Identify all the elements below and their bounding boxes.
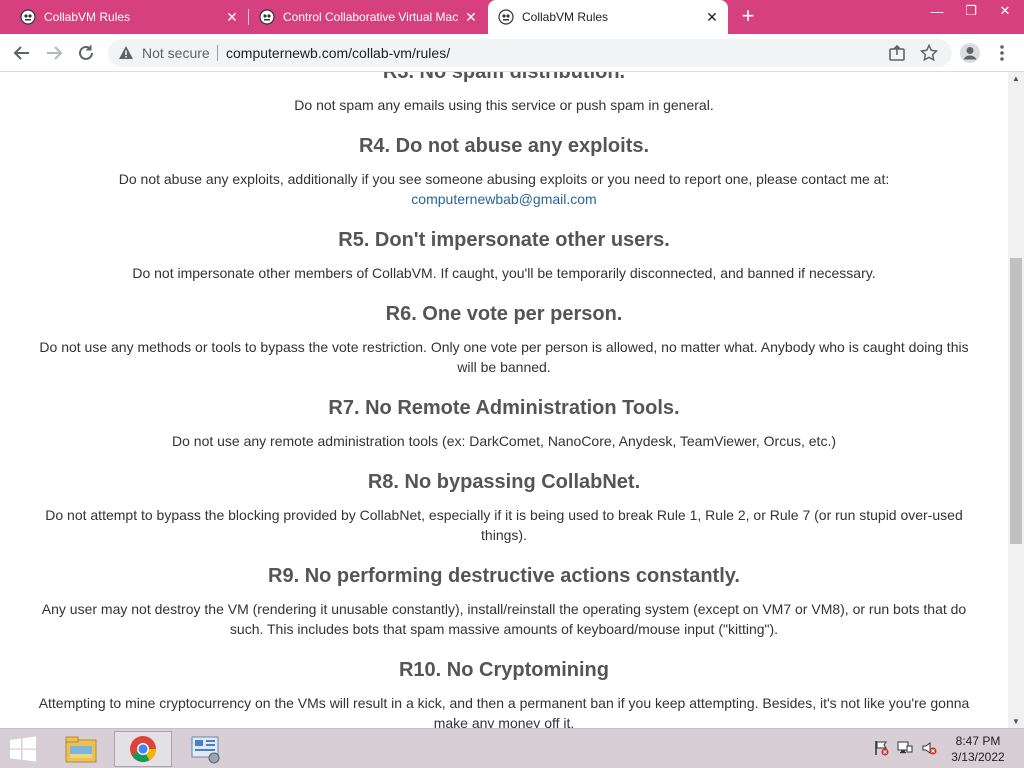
collabvm-favicon-icon [20, 9, 36, 25]
collabvm-favicon-icon [498, 9, 514, 25]
page-content: R3. No spam distribution. Do not spam an… [0, 72, 1008, 728]
back-button[interactable] [10, 41, 34, 65]
start-button[interactable] [8, 736, 40, 764]
clock-date: 3/13/2022 [951, 750, 1005, 764]
tab-collabvm-rules-active[interactable]: CollabVM Rules ✕ [488, 0, 728, 34]
action-center-flag-icon[interactable] [872, 739, 890, 757]
rule-text: Do not attempt to bypass the blocking pr… [45, 507, 963, 543]
chrome-icon [130, 736, 157, 762]
tab-strip: CollabVM Rules ✕ Control Collaborative V… [0, 0, 1024, 34]
rule-r4: R4. Do not abuse any exploits. Do not ab… [0, 134, 1008, 209]
rule-text: Do not spam any emails using this servic… [294, 97, 714, 113]
clock-time: 8:47 PM [955, 734, 1001, 748]
menu-kebab-icon[interactable] [990, 41, 1014, 65]
collabvm-favicon-icon [259, 9, 275, 25]
scroll-down-arrow-icon[interactable]: ▼ [1012, 717, 1020, 726]
security-label: Not secure [142, 45, 210, 61]
rule-r10: R10. No Cryptomining Attempting to mine … [0, 658, 1008, 728]
page-scrollbar[interactable]: ▲ ▼ [1008, 72, 1024, 728]
share-icon[interactable] [888, 44, 906, 67]
tab-collabvm-rules-1[interactable]: CollabVM Rules ✕ [0, 0, 248, 34]
scroll-thumb[interactable] [1010, 258, 1022, 544]
rule-heading: R8. No bypassing CollabNet. [367, 471, 641, 493]
rule-text: Do not impersonate other members of Coll… [132, 265, 876, 281]
rule-heading: R10. No Cryptomining [398, 659, 609, 681]
rule-text: Attempting to mine cryptocurrency on the… [38, 695, 970, 728]
new-tab-button[interactable]: + [737, 5, 759, 28]
taskbar-file-explorer[interactable] [52, 731, 110, 767]
tab-title: CollabVM Rules [44, 10, 131, 24]
divider [217, 45, 218, 61]
folder-icon [65, 736, 97, 763]
reload-button[interactable] [74, 41, 98, 65]
rule-heading: R3. No spam distribution. [382, 72, 626, 83]
close-window-button[interactable]: ✕ [988, 0, 1022, 22]
control-panel-icon [191, 736, 220, 764]
rule-heading: R5. Don't impersonate other users. [338, 229, 670, 251]
rule-r9: R9. No performing destructive actions co… [0, 564, 1008, 639]
browser-toolbar: Not secure computernewb.com/collab-vm/ru… [0, 34, 1024, 72]
close-tab-icon[interactable]: ✕ [224, 9, 240, 25]
rule-text: Do not use any methods or tools to bypas… [39, 339, 969, 375]
rule-r7: R7. No Remote Administration Tools. Do n… [0, 396, 1008, 451]
rule-text: Do not abuse any exploits, additionally … [118, 171, 890, 187]
rule-r3: R3. No spam distribution. Do not spam an… [0, 72, 1008, 115]
rule-r5: R5. Don't impersonate other users. Do no… [0, 228, 1008, 283]
rule-r6: R6. One vote per person. Do not use any … [0, 302, 1008, 377]
scroll-up-arrow-icon[interactable]: ▲ [1012, 74, 1020, 83]
warning-icon[interactable] [118, 45, 134, 66]
windows-logo-icon [10, 736, 36, 762]
tab-title: Control Collaborative Virtual Mac [283, 10, 459, 24]
tab-control-collaborative[interactable]: Control Collaborative Virtual Mac ✕ [249, 0, 487, 34]
close-tab-icon[interactable]: ✕ [704, 9, 720, 25]
rules-list: R3. No spam distribution. Do not spam an… [0, 72, 1008, 728]
taskbar-chrome[interactable] [114, 731, 172, 767]
rule-heading: R9. No performing destructive actions co… [268, 565, 740, 587]
forward-button[interactable] [42, 41, 66, 65]
volume-muted-icon[interactable] [920, 739, 938, 757]
windows-taskbar: 8:47 PM 3/13/2022 [0, 728, 1024, 768]
rule-heading: R7. No Remote Administration Tools. [328, 397, 680, 419]
rule-heading: R6. One vote per person. [385, 303, 623, 325]
profile-avatar-icon[interactable] [958, 41, 982, 65]
taskbar-control-panel[interactable] [176, 731, 234, 767]
close-tab-icon[interactable]: ✕ [463, 9, 479, 25]
address-bar[interactable]: Not secure computernewb.com/collab-vm/ru… [108, 39, 952, 67]
system-clock[interactable]: 8:47 PM 3/13/2022 [948, 733, 1008, 765]
rule-r8: R8. No bypassing CollabNet. Do not attem… [0, 470, 1008, 545]
rule-heading: R4. Do not abuse any exploits. [358, 135, 650, 157]
contact-email-link[interactable]: computernewbab@gmail.com [36, 189, 972, 209]
restore-button[interactable]: ❐ [954, 0, 988, 22]
rule-text: Do not use any remote administration too… [172, 433, 836, 449]
network-icon[interactable] [896, 739, 914, 757]
rule-text-block: Do not abuse any exploits, additionally … [0, 169, 1008, 209]
bookmark-star-icon[interactable] [919, 43, 939, 67]
minimize-button[interactable]: — [920, 0, 954, 22]
url-text[interactable]: computernewb.com/collab-vm/rules/ [226, 45, 450, 61]
rule-text: Any user may not destroy the VM (renderi… [41, 601, 967, 637]
tab-title: CollabVM Rules [522, 10, 609, 24]
